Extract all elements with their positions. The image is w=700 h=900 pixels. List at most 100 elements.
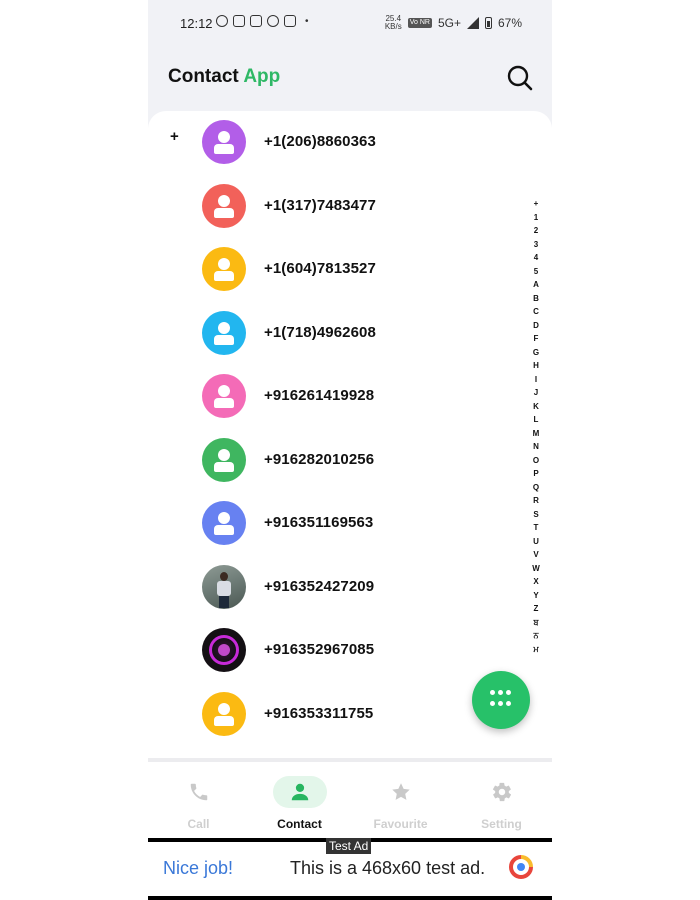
avatar — [202, 310, 246, 355]
contact-number: +916353311755 — [264, 704, 374, 722]
alphabet-index-letter[interactable]: 4 — [534, 251, 538, 265]
contact-row[interactable]: +1(718)4962608 — [148, 302, 552, 365]
nav-call-icon-wrap — [172, 776, 226, 808]
alphabet-index-letter[interactable]: 2 — [534, 224, 538, 238]
nav-contact-icon-wrap — [272, 776, 327, 808]
nav-item-contact[interactable]: Contact — [249, 762, 350, 838]
location-icon — [267, 15, 279, 27]
alphabet-index-letter[interactable]: Q — [533, 481, 539, 495]
alphabet-index[interactable]: +1 2 3 4 5 A B C D F G H I J K L M N O P Q R S T U V W X Y Z ਬ ਨ ਮ — [527, 197, 545, 656]
phone-screen: 12:12 • 25.4 KB/s Vo NR 5G+ 67% Contact … — [148, 0, 552, 900]
contact-number: +1(206)8860363 — [264, 133, 376, 150]
contact-row[interactable]: +1(604)7813527 — [148, 238, 552, 301]
app-title-main: Contact — [168, 66, 239, 87]
person-icon-body — [214, 461, 234, 472]
alphabet-index-letter[interactable]: Y — [533, 589, 538, 603]
person-icon — [218, 385, 230, 397]
avatar — [202, 374, 246, 418]
nav-setting-icon-wrap — [475, 776, 529, 808]
dialpad-button[interactable] — [472, 671, 530, 729]
person-icon-body — [214, 334, 234, 345]
contact-number: +1(317)7483477 — [264, 196, 376, 214]
battery-icon — [484, 17, 492, 29]
contact-row[interactable]: +1(317)7483477 — [148, 175, 552, 238]
alphabet-index-letter[interactable]: J — [534, 386, 538, 400]
alphabet-index-letter[interactable]: U — [533, 535, 539, 549]
brave-icon — [250, 15, 262, 27]
gear-icon — [492, 782, 511, 802]
person-icon — [218, 194, 230, 207]
avatar-photo — [202, 564, 246, 609]
nav-item-favourite[interactable]: Favourite — [350, 762, 451, 838]
alphabet-index-letter[interactable]: I — [535, 373, 537, 387]
contact-list[interactable]: + +1(206)8860363 +1(317)7483477 +1(604)7… — [148, 111, 552, 759]
alphabet-index-letter[interactable]: B — [533, 292, 539, 306]
photo-person-body — [217, 580, 231, 596]
person-icon — [218, 131, 230, 143]
dialpad-icon — [490, 690, 512, 710]
contact-number: +1(604)7813527 — [264, 260, 376, 277]
alphabet-index-letter[interactable]: 3 — [534, 238, 538, 252]
alphabet-index-letter[interactable]: T — [534, 521, 539, 535]
nav-label-setting: Setting — [481, 817, 522, 831]
status-time: 12:12 — [180, 16, 213, 31]
alphabet-index-letter[interactable]: N — [533, 440, 539, 454]
alphabet-index-letter[interactable]: 1 — [534, 211, 538, 225]
avatar — [202, 437, 246, 482]
nav-label-favourite: Favourite — [373, 817, 428, 831]
alphabet-index-letter[interactable]: L — [534, 413, 539, 427]
contact-number: +916352967085 — [264, 641, 375, 658]
alphabet-index-letter[interactable]: 5 — [534, 265, 538, 279]
alphabet-index-letter[interactable]: H — [533, 359, 539, 373]
star-icon — [391, 783, 410, 800]
person-icon — [218, 258, 230, 270]
alphabet-index-letter[interactable]: R — [533, 494, 539, 508]
contacts-notification-icon — [284, 15, 296, 27]
contact-row[interactable]: +916282010256 — [148, 429, 552, 492]
person-icon-body — [214, 144, 234, 154]
avatar — [202, 501, 246, 545]
search-icon[interactable] — [506, 64, 534, 92]
test-ad-tag: Test Ad — [326, 838, 372, 854]
alphabet-index-letter[interactable]: D — [533, 319, 539, 333]
nav-label-contact: Contact — [277, 817, 322, 831]
alphabet-index-letter[interactable]: ਨ — [534, 629, 539, 643]
contact-row[interactable]: +916352427209 — [148, 556, 552, 619]
network-type: 5G+ — [437, 16, 461, 30]
avatar — [202, 691, 246, 736]
battery-percent: 67% — [497, 16, 522, 30]
contact-row[interactable]: +1(206)8860363 — [148, 111, 552, 174]
alphabet-index-letter[interactable]: G — [533, 346, 539, 360]
alphabet-index-letter[interactable]: C — [533, 305, 539, 319]
alphabet-index-letter[interactable]: M — [533, 427, 540, 441]
alphabet-index-letter[interactable]: K — [533, 400, 539, 414]
alphabet-index-letter[interactable]: S — [533, 508, 538, 522]
admob-logo-icon — [509, 855, 533, 879]
ad-border-bottom — [148, 896, 552, 900]
person-icon — [218, 321, 230, 334]
alphabet-index-letter[interactable]: ਬ — [534, 616, 539, 630]
alphabet-index-letter[interactable]: O — [533, 454, 539, 468]
nav-item-call[interactable]: Call — [148, 762, 249, 838]
alphabet-index-letter[interactable]: ਮ — [533, 643, 538, 657]
contact-row[interactable]: +916351169563 — [148, 492, 552, 555]
instagram-icon — [233, 15, 245, 27]
status-bar: 12:12 • 25.4 KB/s Vo NR 5G+ 67% — [148, 0, 552, 46]
alphabet-index-letter[interactable]: W — [532, 562, 540, 576]
photo-person-head — [220, 571, 228, 581]
alphabet-index-letter[interactable]: A — [533, 278, 539, 292]
person-icon-body — [214, 715, 234, 726]
system-indicators: 25.4 KB/s Vo NR 5G+ 67% — [385, 15, 522, 31]
avatar — [202, 120, 246, 164]
alphabet-index-letter[interactable]: F — [534, 332, 539, 346]
alphabet-index-letter[interactable]: P — [533, 467, 538, 481]
net-speed: 25.4 KB/s — [385, 15, 402, 31]
alphabet-index-letter[interactable]: V — [533, 548, 538, 562]
alphabet-index-letter[interactable]: Z — [534, 602, 539, 616]
contact-row[interactable]: +916261419928 — [148, 365, 552, 428]
notification-icons: • — [216, 15, 309, 27]
alphabet-index-letter[interactable]: + — [534, 197, 539, 211]
alphabet-index-letter[interactable]: X — [533, 575, 538, 589]
ad-text: This is a 468x60 test ad. — [290, 858, 486, 878]
nav-item-setting[interactable]: Setting — [451, 762, 552, 838]
